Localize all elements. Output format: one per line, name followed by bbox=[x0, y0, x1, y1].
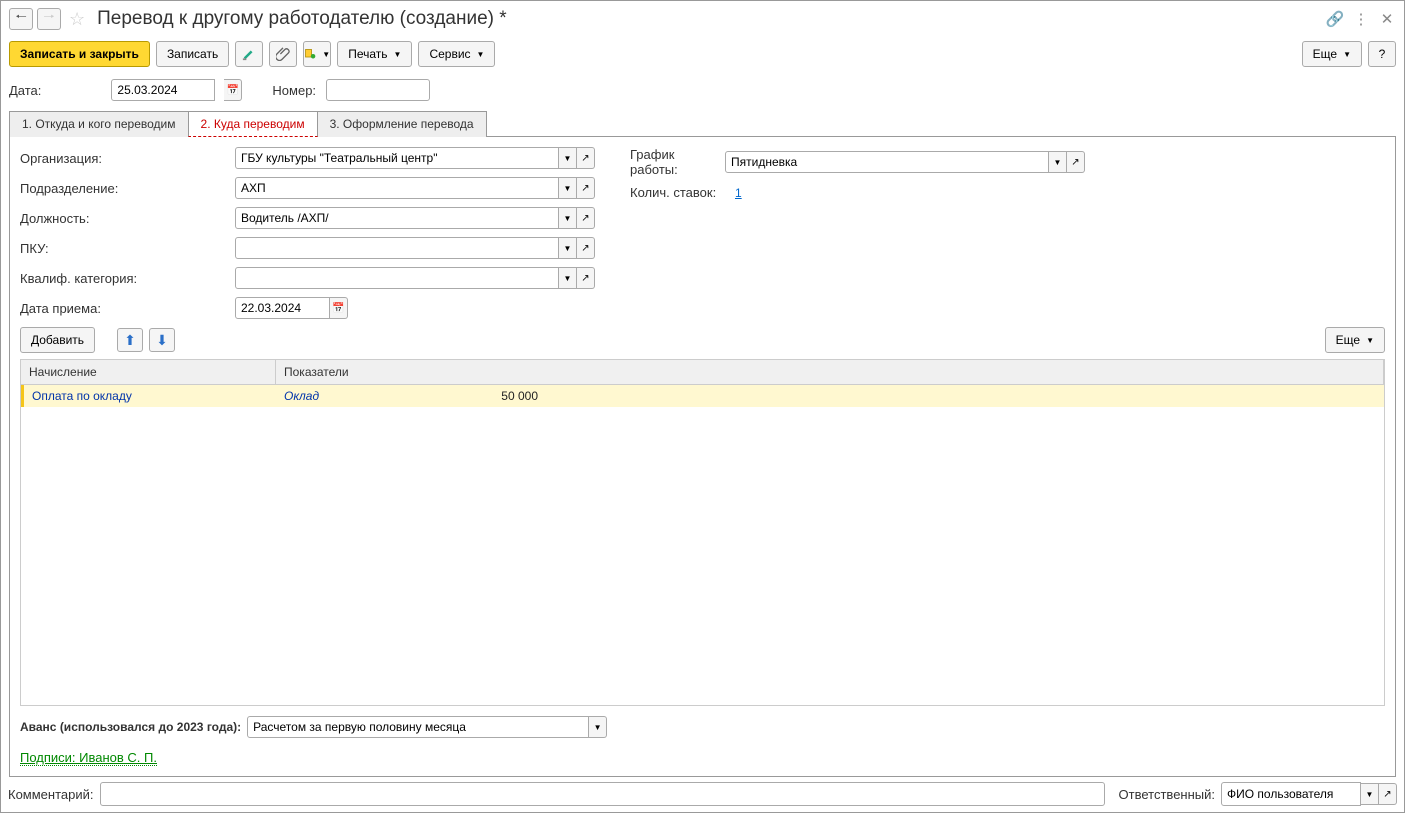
service-button[interactable]: Сервис▼ bbox=[418, 41, 495, 67]
pos-open-button[interactable]: ↗ bbox=[577, 207, 595, 229]
org-open-button[interactable]: ↗ bbox=[577, 147, 595, 169]
pos-input[interactable] bbox=[235, 207, 559, 229]
pku-label: ПКУ: bbox=[20, 241, 235, 256]
qual-label: Квалиф. категория: bbox=[20, 271, 235, 286]
th-accrual[interactable]: Начисление bbox=[21, 360, 276, 384]
highlight-button[interactable] bbox=[235, 41, 263, 67]
responsible-input[interactable] bbox=[1221, 782, 1361, 806]
create-based-on-button[interactable]: ▼ bbox=[303, 41, 331, 67]
qual-input[interactable] bbox=[235, 267, 559, 289]
attach-button[interactable] bbox=[269, 41, 297, 67]
pku-input[interactable] bbox=[235, 237, 559, 259]
rates-label: Колич. ставок: bbox=[630, 185, 725, 200]
tab-to[interactable]: 2. Куда переводим bbox=[188, 111, 318, 137]
pku-dropdown-button[interactable]: ▼ bbox=[559, 237, 577, 259]
add-row-button[interactable]: Добавить bbox=[20, 327, 95, 353]
avans-dropdown-button[interactable]: ▼ bbox=[589, 716, 607, 738]
more-button[interactable]: Еще▼ bbox=[1302, 41, 1362, 67]
comment-label: Комментарий: bbox=[8, 787, 94, 802]
rates-value-link[interactable]: 1 bbox=[735, 186, 742, 200]
hire-date-input[interactable] bbox=[235, 297, 330, 319]
qual-dropdown-button[interactable]: ▼ bbox=[559, 267, 577, 289]
org-input[interactable] bbox=[235, 147, 559, 169]
accruals-table: Начисление Показатели Оплата по окладу О… bbox=[20, 359, 1385, 706]
cell-indicator-name: Оклад bbox=[276, 385, 406, 407]
pku-open-button[interactable]: ↗ bbox=[577, 237, 595, 259]
help-button[interactable]: ? bbox=[1368, 41, 1396, 67]
save-button[interactable]: Записать bbox=[156, 41, 229, 67]
move-down-button[interactable]: ⬇ bbox=[149, 328, 175, 352]
comment-input[interactable] bbox=[100, 782, 1105, 806]
sched-input[interactable] bbox=[725, 151, 1049, 173]
responsible-open-button[interactable]: ↗ bbox=[1379, 783, 1397, 805]
tab-formalize[interactable]: 3. Оформление перевода bbox=[317, 111, 487, 137]
favorite-star-icon[interactable]: ☆ bbox=[69, 9, 85, 30]
hire-label: Дата приема: bbox=[20, 301, 235, 316]
avans-label: Аванс (использовался до 2023 года): bbox=[20, 720, 241, 734]
nav-back-button[interactable]: 🠐 bbox=[9, 8, 33, 30]
kebab-menu-icon[interactable]: ⋮ bbox=[1352, 10, 1370, 28]
link-icon[interactable]: 🔗 bbox=[1326, 10, 1344, 28]
save-close-button[interactable]: Записать и закрыть bbox=[9, 41, 150, 67]
date-input[interactable] bbox=[111, 79, 215, 101]
print-button[interactable]: Печать▼ bbox=[337, 41, 412, 67]
tab-from[interactable]: 1. Откуда и кого переводим bbox=[9, 111, 189, 137]
dept-input[interactable] bbox=[235, 177, 559, 199]
dept-open-button[interactable]: ↗ bbox=[577, 177, 595, 199]
org-dropdown-button[interactable]: ▼ bbox=[559, 147, 577, 169]
table-row[interactable]: Оплата по окладу Оклад 50 000 bbox=[21, 385, 1384, 407]
th-indicators[interactable]: Показатели bbox=[276, 360, 1384, 384]
window-title: Перевод к другому работодателю (создание… bbox=[97, 8, 507, 30]
avans-input[interactable] bbox=[247, 716, 589, 738]
table-more-button[interactable]: Еще▼ bbox=[1325, 327, 1385, 353]
responsible-dropdown-button[interactable]: ▼ bbox=[1361, 783, 1379, 805]
number-input[interactable] bbox=[326, 79, 430, 101]
date-calendar-button[interactable]: 📅 bbox=[224, 79, 242, 101]
cell-indicator-value: 50 000 bbox=[406, 385, 546, 407]
close-icon[interactable]: ✕ bbox=[1378, 10, 1396, 28]
sched-dropdown-button[interactable]: ▼ bbox=[1049, 151, 1067, 173]
dept-dropdown-button[interactable]: ▼ bbox=[559, 177, 577, 199]
sched-label: График работы: bbox=[630, 147, 725, 177]
move-up-button[interactable]: ⬆ bbox=[117, 328, 143, 352]
qual-open-button[interactable]: ↗ bbox=[577, 267, 595, 289]
cell-accrual-name: Оплата по окладу bbox=[21, 385, 276, 407]
date-label: Дата: bbox=[9, 83, 41, 98]
pos-dropdown-button[interactable]: ▼ bbox=[559, 207, 577, 229]
signatures-link[interactable]: Подписи: Иванов С. П. bbox=[20, 750, 157, 766]
org-label: Организация: bbox=[20, 151, 235, 166]
sched-open-button[interactable]: ↗ bbox=[1067, 151, 1085, 173]
hire-calendar-button[interactable]: 📅 bbox=[330, 297, 348, 319]
dept-label: Подразделение: bbox=[20, 181, 235, 196]
pos-label: Должность: bbox=[20, 211, 235, 226]
number-label: Номер: bbox=[272, 83, 316, 98]
nav-forward-button[interactable]: 🠒 bbox=[37, 8, 61, 30]
responsible-label: Ответственный: bbox=[1119, 787, 1215, 802]
